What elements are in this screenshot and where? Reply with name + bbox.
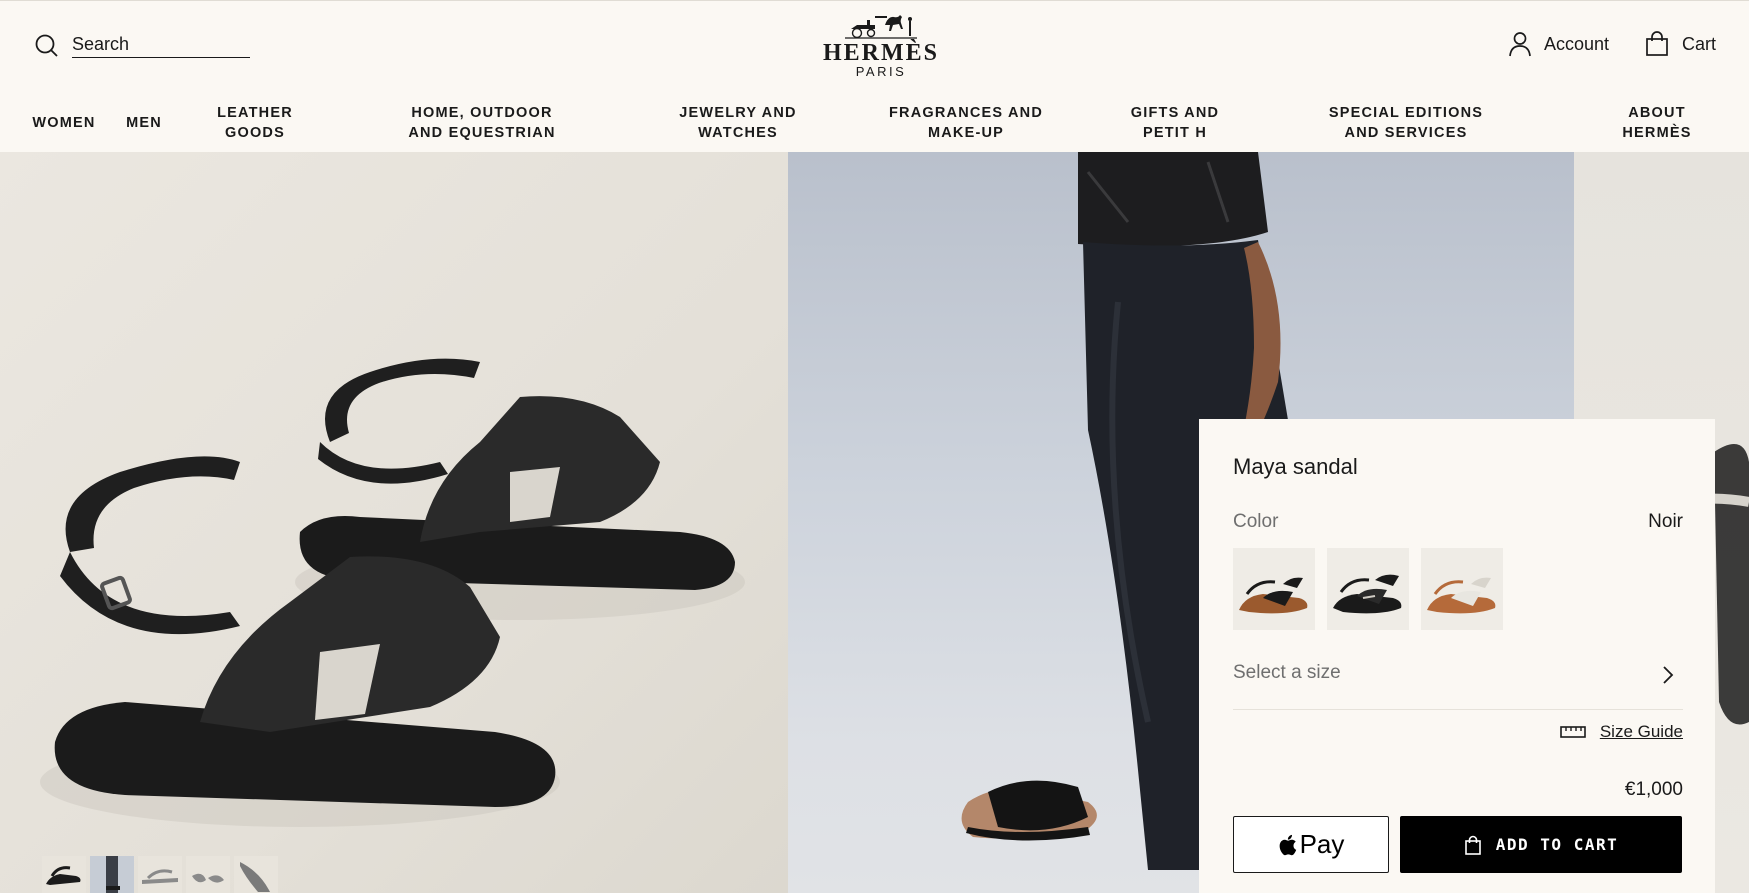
gallery-thumbnail[interactable]: [138, 856, 182, 893]
apple-pay-button[interactable]: Pay: [1233, 816, 1389, 873]
search-icon: [35, 34, 58, 57]
color-swatch-gold-noir[interactable]: [1233, 548, 1315, 630]
ruler-icon: [1560, 726, 1586, 738]
product-image-sandals[interactable]: [0, 152, 788, 893]
search-input[interactable]: Search: [72, 34, 250, 58]
search-box[interactable]: Search: [34, 33, 250, 59]
color-label: Color: [1233, 511, 1279, 532]
add-to-cart-label: ADD TO CART: [1495, 835, 1619, 854]
nav-item-gifts-petit-h[interactable]: GIFTS AND PETIT H: [1106, 103, 1244, 143]
nav-item-special-editions-services[interactable]: SPECIAL EDITIONS AND SERVICES: [1310, 103, 1502, 143]
size-selector[interactable]: Select a size: [1233, 662, 1683, 710]
gallery-thumbnails: [42, 856, 278, 893]
nav-item-women[interactable]: WOMEN: [32, 113, 96, 133]
apple-icon: [1279, 834, 1296, 855]
sandal-pair-image: [40, 358, 745, 827]
account-label: Account: [1544, 33, 1610, 54]
add-to-cart-button[interactable]: ADD TO CART: [1400, 816, 1682, 873]
site-header: Search HERMÈS PARIS Account Cart WOMEN M…: [0, 0, 1749, 152]
gallery-thumbnail[interactable]: [90, 856, 134, 893]
chevron-right-icon: [1663, 666, 1674, 684]
main-navigation: WOMEN MEN LEATHER GOODS HOME, OUTDOOR AN…: [0, 97, 1749, 145]
gallery-thumbnail[interactable]: [42, 856, 86, 893]
color-swatch-noir[interactable]: [1327, 548, 1409, 630]
apple-pay-label: Pay: [1299, 829, 1345, 859]
size-guide-label: Size Guide: [1599, 722, 1683, 741]
nav-item-leather-goods[interactable]: LEATHER GOODS: [210, 103, 300, 143]
account-link[interactable]: Account: [1508, 31, 1609, 57]
product-title: Maya sandal: [1233, 454, 1358, 479]
product-details-card: Maya sandal Color Noir Select a size Siz…: [1199, 419, 1715, 893]
color-swatches: [1233, 548, 1503, 630]
nav-item-men[interactable]: MEN: [124, 113, 164, 133]
product-price: €1,000: [1624, 779, 1683, 800]
nav-item-fragrances-makeup[interactable]: FRAGRANCES AND MAKE-UP: [866, 103, 1066, 143]
carriage-logo-icon: [845, 15, 917, 39]
color-swatch-naturel-blanc[interactable]: [1421, 548, 1503, 630]
nav-item-about-hermes[interactable]: ABOUT HERMÈS: [1612, 103, 1702, 143]
cart-label: Cart: [1682, 33, 1717, 54]
gallery-thumbnail[interactable]: [186, 856, 230, 893]
logo-city: PARIS: [855, 64, 907, 79]
size-guide-link[interactable]: Size Guide: [1560, 722, 1683, 742]
shopping-bag-icon: [1646, 31, 1668, 56]
cart-link[interactable]: Cart: [1644, 31, 1716, 57]
size-select-label: Select a size: [1233, 662, 1341, 683]
hermes-logo[interactable]: HERMÈS PARIS: [822, 13, 940, 79]
shopping-bag-icon: [1464, 835, 1481, 855]
nav-item-home-outdoor-equestrian[interactable]: HOME, OUTDOOR AND EQUESTRIAN: [394, 103, 570, 143]
user-icon: [1509, 32, 1531, 57]
logo-wordmark: HERMÈS: [822, 40, 939, 66]
color-value: Noir: [1648, 511, 1683, 532]
gallery-thumbnail[interactable]: [234, 856, 278, 893]
nav-item-jewelry-watches[interactable]: JEWELRY AND WATCHES: [676, 103, 800, 143]
